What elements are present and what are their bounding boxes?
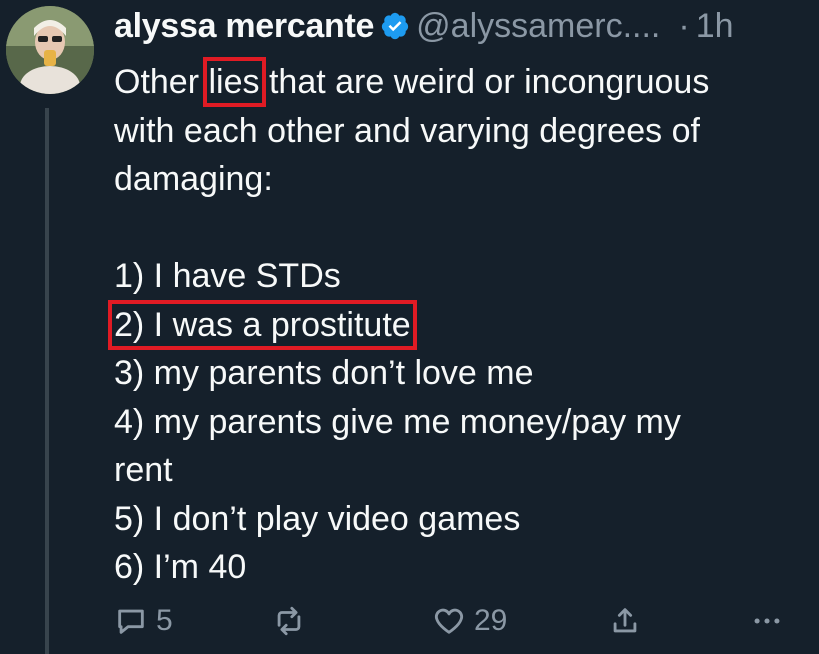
tweet-header: alyssa mercante @alyssamerc.... · 1h <box>114 4 734 48</box>
list-item: 4) my parents give me money/pay my <box>114 402 681 441</box>
like-button[interactable]: 29 <box>432 596 507 646</box>
text-line-1: Other lies that are weird or incongruous <box>114 57 814 107</box>
highlighted-word: lies <box>202 57 266 107</box>
heart-icon <box>434 608 464 634</box>
timestamp[interactable]: 1h <box>696 7 734 46</box>
thread-line <box>45 108 49 654</box>
more-button[interactable] <box>750 596 784 646</box>
like-count: 29 <box>474 604 508 637</box>
share-icon <box>613 608 637 633</box>
list-item: 5) I don’t play video games <box>114 499 521 538</box>
list-item: rent <box>114 451 173 489</box>
handle[interactable]: @alyssamerc.... <box>416 7 660 46</box>
reply-button[interactable]: 5 <box>114 596 173 646</box>
highlighted-item: 2) I was a prostitute <box>108 299 417 350</box>
avatar[interactable] <box>6 6 94 94</box>
list-item-highlighted: 2) I was a prostitute <box>108 299 814 350</box>
verified-badge-icon <box>382 12 409 40</box>
separator-dot: · <box>678 6 690 45</box>
tweet-text: Other lies that are weird or incongruous… <box>108 57 814 592</box>
action-bar: 5 29 <box>114 596 814 646</box>
more-icon <box>754 618 780 624</box>
reply-count: 5 <box>156 604 173 637</box>
text-line-2: with each other and varying degrees of <box>114 111 700 150</box>
reply-icon <box>118 609 144 634</box>
list-item: 6) I’m 40 <box>114 548 247 586</box>
text-line-1-end: that are weird or incongruous <box>268 63 710 101</box>
list-item: 1) I have STDs <box>114 257 341 295</box>
share-button[interactable] <box>608 596 642 646</box>
retweet-icon <box>277 606 301 636</box>
list-item: 3) my parents don’t love me <box>114 354 534 392</box>
profile-photo <box>6 6 94 94</box>
display-name[interactable]: alyssa mercante <box>114 7 374 46</box>
retweet-button[interactable] <box>272 596 314 646</box>
text-line-3: damaging: <box>114 160 273 198</box>
text-line-1-start: Other <box>114 63 200 101</box>
